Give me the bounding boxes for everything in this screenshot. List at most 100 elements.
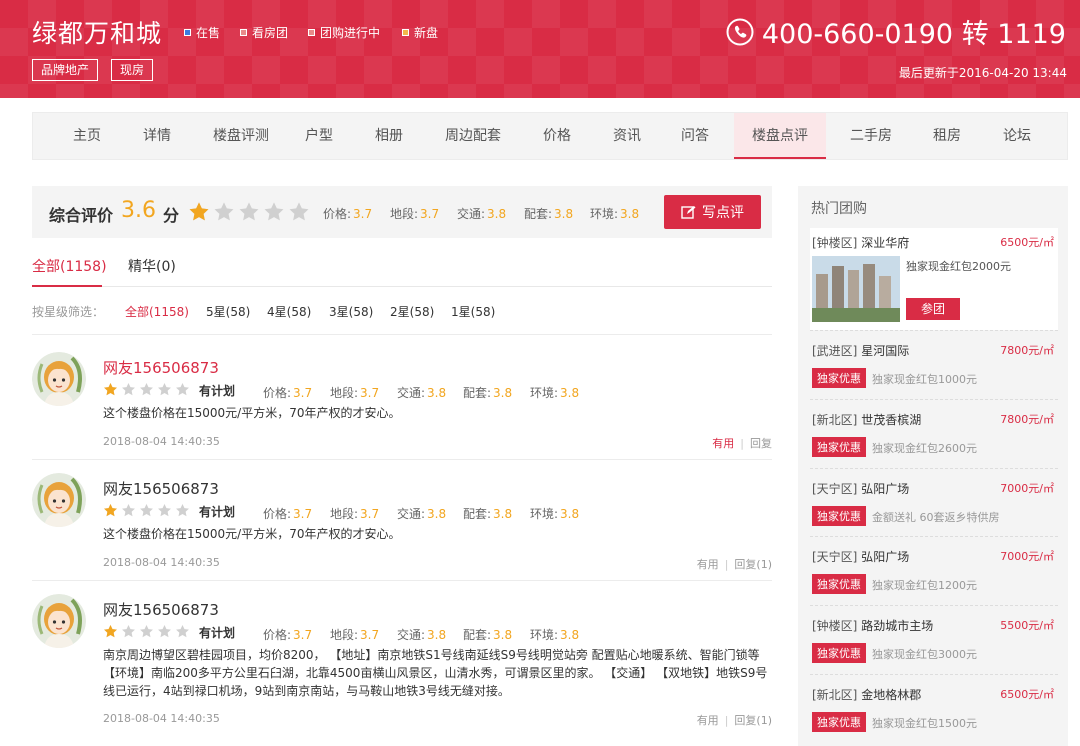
divider: [810, 605, 1058, 606]
group-buy-price: 6500元/㎡: [1000, 236, 1054, 249]
tab-active-indicator: [32, 285, 102, 287]
tab-divider: [32, 286, 772, 287]
summary-traffic: 交通: 3.8: [457, 207, 507, 221]
review-username[interactable]: 网友156506873: [103, 478, 219, 499]
nav-surroundings[interactable]: 周边配套: [429, 113, 517, 159]
star-rating-icon: [104, 503, 189, 517]
review-facilities: 配套: 3.8: [463, 386, 513, 400]
group-buy-desc: 独家现金红包1200元: [872, 579, 977, 592]
reply-link[interactable]: 回复(1): [734, 558, 772, 571]
star-icon: [140, 503, 153, 517]
group-buy-item[interactable]: [武进区] 星河国际 7800元/㎡ 独家优惠 独家现金红包1000元: [810, 336, 1058, 398]
sidebar-title: 热门团购: [811, 201, 867, 217]
group-buy-price: 6500元/㎡: [1000, 688, 1054, 701]
review-username[interactable]: 网友156506873: [103, 599, 219, 620]
group-buy-desc: 独家现金红包1500元: [872, 717, 977, 730]
nav-comments[interactable]: 楼盘点评: [734, 113, 826, 159]
filter-2star[interactable]: 2星(58): [390, 303, 434, 320]
exclusive-badge: 独家优惠: [812, 643, 866, 663]
group-buy-title: [新北区] 世茂香槟湖: [812, 413, 922, 427]
reply-link[interactable]: 回复(1): [734, 714, 772, 727]
filter-all[interactable]: 全部(1158): [125, 303, 189, 320]
divider: [32, 580, 772, 581]
filter-4star[interactable]: 4星(58): [267, 303, 311, 320]
write-review-button[interactable]: 写点评: [664, 195, 761, 229]
nav-secondhand[interactable]: 二手房: [839, 113, 903, 159]
useful-link[interactable]: 有用: [712, 437, 734, 450]
star-rating-icon: [189, 202, 309, 221]
review-location: 地段: 3.7: [330, 507, 380, 521]
review-traffic: 交通: 3.8: [397, 386, 447, 400]
nav-price[interactable]: 价格: [527, 113, 587, 159]
nav-review-test[interactable]: 楼盘评测: [197, 113, 285, 159]
star-icon: [158, 503, 171, 517]
nav-album[interactable]: 相册: [359, 113, 419, 159]
tag-brand: 品牌地产: [32, 59, 99, 81]
avatar-illustration-icon: [32, 594, 86, 648]
group-buy-title: [天宁区] 弘阳广场: [812, 482, 910, 496]
review-stars: [103, 382, 190, 401]
divider: [810, 674, 1058, 675]
review-environment: 环境: 3.8: [530, 628, 580, 642]
review-stars: [103, 624, 190, 643]
star-icon: [189, 202, 209, 221]
review-price: 价格: 3.7: [263, 628, 313, 642]
filter-label: 按星级筛选：: [32, 305, 105, 319]
review-time: 2018-08-04 14:40:35: [103, 712, 220, 725]
review-text: 这个楼盘价格在15000元/平方米，70年产权的才安心。: [103, 527, 401, 541]
group-buy-item[interactable]: [新北区] 世茂香槟湖 7800元/㎡ 独家优惠 独家现金红包2600元: [810, 405, 1058, 467]
page-header: 绿都万和城 在售 看房团 团购进行中 新盘 品牌地产 现房 400-660-01…: [0, 0, 1080, 98]
star-icon: [264, 202, 284, 221]
review-price: 价格: 3.7: [263, 507, 313, 521]
group-buy-item[interactable]: [天宁区] 弘阳广场 7000元/㎡ 独家优惠 独家现金红包1200元: [810, 542, 1058, 604]
square-icon: [308, 29, 315, 36]
nav-details[interactable]: 详情: [127, 113, 187, 159]
group-buy-item[interactable]: [天宁区] 弘阳广场 7000元/㎡ 独家优惠 金额送礼 60套返乡特供房: [810, 474, 1058, 536]
property-photo: [812, 256, 900, 322]
star-icon: [176, 382, 189, 396]
review-facilities: 配套: 3.8: [463, 628, 513, 642]
nav-rent[interactable]: 租房: [915, 113, 979, 159]
review-item: 网友156506873 有计划 价格: 3.7 地段: 3.7 交通: 3.8 配套:…: [32, 594, 772, 740]
tab-all[interactable]: 全部(1158): [32, 256, 107, 276]
star-icon: [122, 503, 135, 517]
group-buy-price: 7000元/㎡: [1000, 550, 1054, 563]
nav-qa[interactable]: 问答: [665, 113, 725, 159]
star-icon: [158, 624, 171, 638]
group-buy-desc: 金额送礼 60套返乡特供房: [872, 511, 1000, 524]
star-rating-icon: [104, 382, 189, 396]
review-username[interactable]: 网友156506873: [103, 357, 219, 378]
review-plan: 有计划: [199, 626, 236, 640]
summary-score: 3.6: [121, 198, 156, 223]
star-icon: [122, 624, 135, 638]
filter-3star[interactable]: 3星(58): [329, 303, 373, 320]
group-buy-item[interactable]: [钟楼区] 深业华府 6500元/㎡ 独家现金红包2000元 参团: [810, 228, 1058, 330]
group-buy-title: [钟楼区] 深业华府: [812, 236, 910, 250]
useful-link[interactable]: 有用: [697, 558, 719, 571]
nav-floorplan[interactable]: 户型: [289, 113, 349, 159]
summary-facilities: 配套: 3.8: [524, 207, 574, 221]
reply-link[interactable]: 回复: [750, 437, 772, 450]
star-icon: [176, 624, 189, 638]
status-new: 新盘: [402, 24, 438, 41]
join-group-button[interactable]: 参团: [906, 298, 960, 320]
tab-featured[interactable]: 精华(0): [128, 256, 176, 276]
phone-number[interactable]: 400-660-0190 转 1119: [726, 12, 1066, 51]
group-buy-item[interactable]: [新北区] 金地格林郡 6500元/㎡ 独家优惠 独家现金红包1500元: [810, 680, 1058, 742]
nav-home[interactable]: 主页: [57, 113, 117, 159]
avatar: [32, 473, 86, 527]
phone-icon: [726, 18, 754, 45]
group-buy-desc: 独家现金红包2000元: [906, 260, 1011, 273]
review-traffic: 交通: 3.8: [397, 628, 447, 642]
filter-1star[interactable]: 1星(58): [451, 303, 495, 320]
review-environment: 环境: 3.8: [530, 386, 580, 400]
nav-forum[interactable]: 论坛: [985, 113, 1049, 159]
group-buy-item[interactable]: [钟楼区] 路劲城市主场 5500元/㎡ 独家优惠 独家现金红包3000元: [810, 611, 1058, 673]
useful-link[interactable]: 有用: [697, 714, 719, 727]
review-actions: 有用 | 回复(1): [696, 558, 772, 571]
filter-5star[interactable]: 5星(58): [206, 303, 250, 320]
divider: [810, 330, 1058, 331]
nav-news[interactable]: 资讯: [597, 113, 657, 159]
review-traffic: 交通: 3.8: [397, 507, 447, 521]
star-icon: [289, 202, 309, 221]
